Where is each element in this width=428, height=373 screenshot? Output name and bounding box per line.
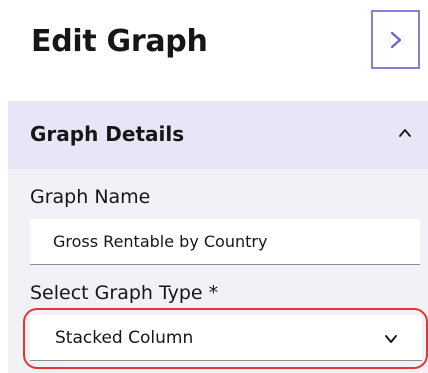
chevron-up-icon[interactable]: [398, 126, 412, 140]
graph-type-label: Select Graph Type *: [30, 282, 219, 304]
graph-name-input[interactable]: [30, 219, 420, 265]
graph-type-selected-value: Stacked Column: [55, 327, 194, 348]
section-title: Graph Details: [30, 122, 185, 146]
graph-type-highlight: Stacked Column: [23, 308, 428, 369]
edit-graph-panel: Edit Graph Graph Details Graph Name Sele…: [0, 0, 428, 373]
page-title: Edit Graph: [31, 24, 208, 59]
chevron-down-icon: [385, 335, 397, 343]
graph-details-header[interactable]: Graph Details: [8, 101, 428, 169]
expand-panel-button[interactable]: [371, 10, 420, 69]
graph-name-label: Graph Name: [30, 186, 151, 208]
graph-type-select[interactable]: Stacked Column: [30, 315, 422, 361]
chevron-right-icon: [390, 31, 401, 48]
graph-details-section: Graph Details Graph Name Select Graph Ty…: [8, 101, 428, 373]
